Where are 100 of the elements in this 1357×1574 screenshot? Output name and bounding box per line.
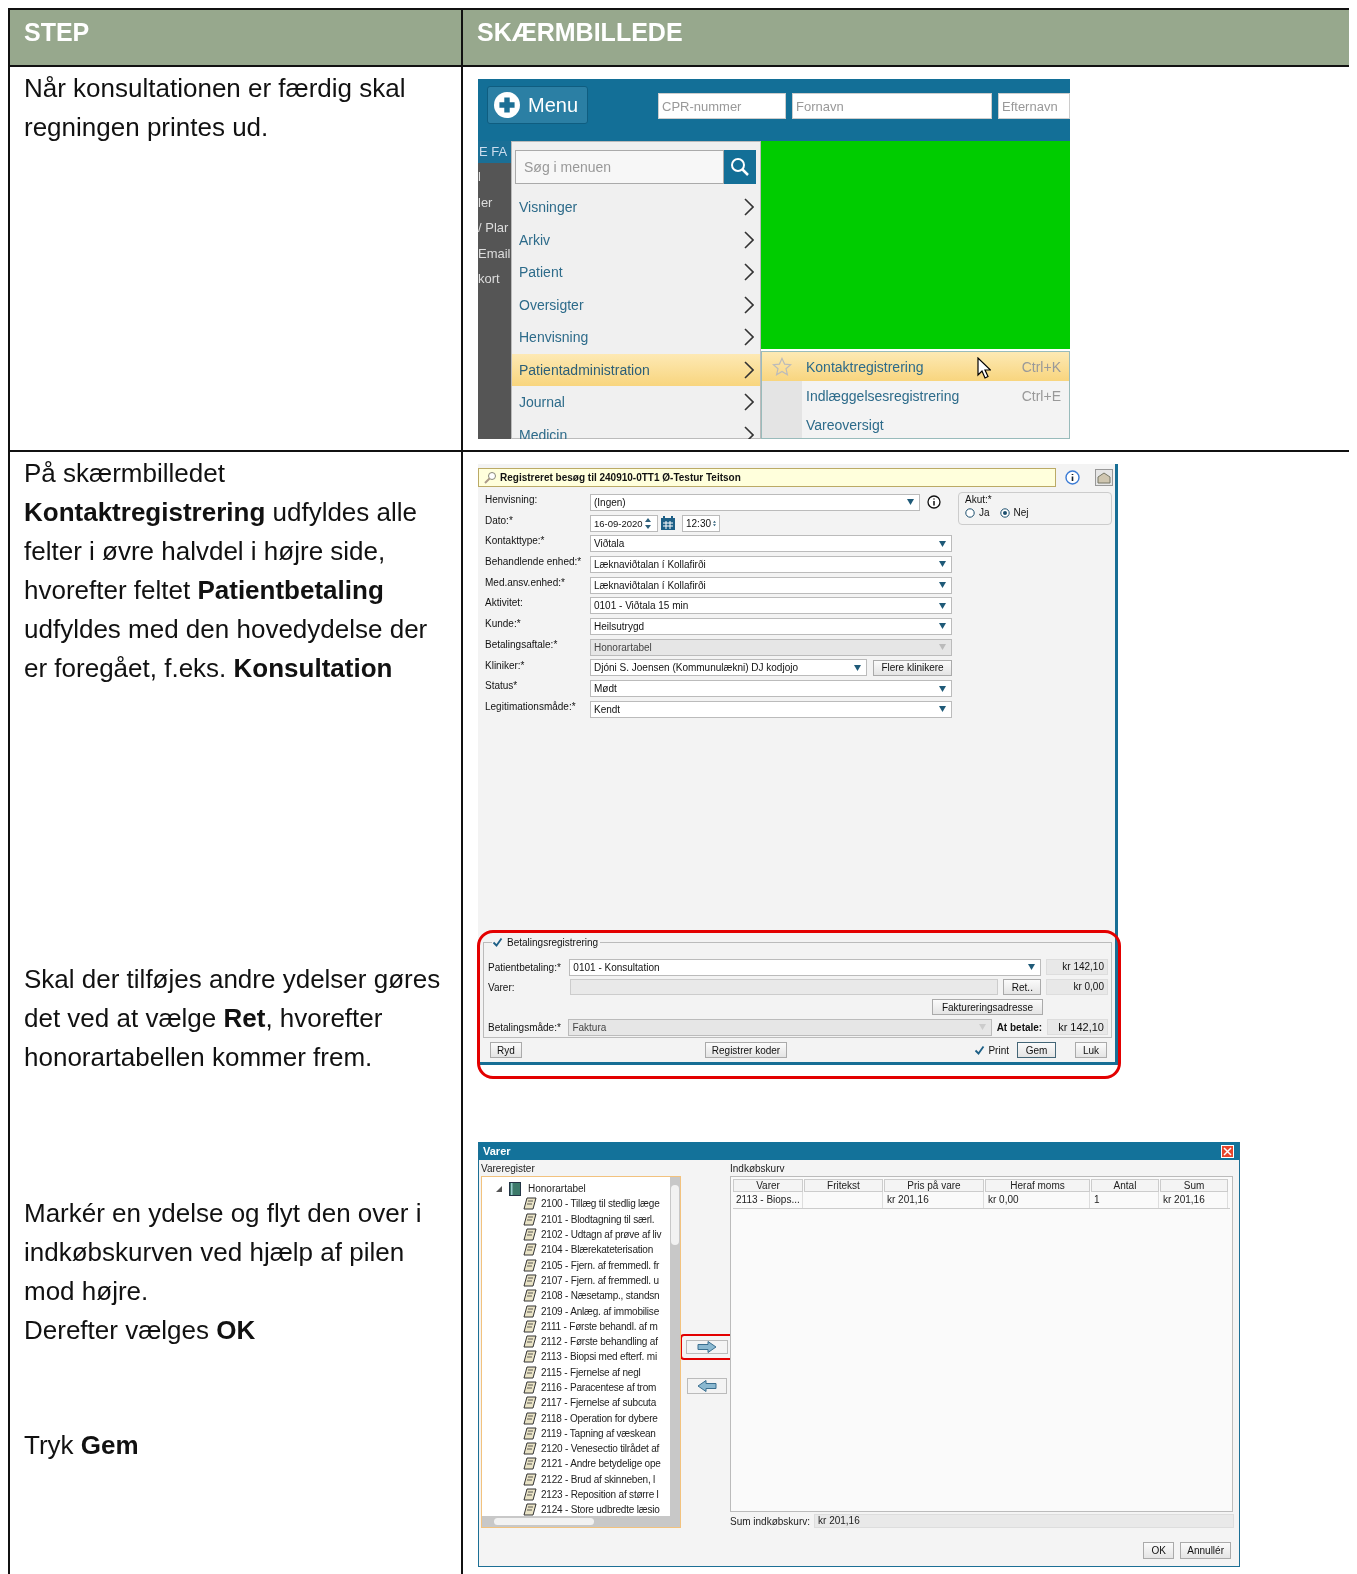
billing-address-button[interactable]: Faktureringsadresse — [932, 999, 1043, 1015]
menu-item[interactable]: Oversigter — [512, 288, 760, 321]
print-checkbox[interactable]: Print — [974, 1044, 1009, 1056]
tree-item[interactable]: 2117 - Fjernelse af subcuta — [523, 1395, 657, 1411]
field-label: Legitimationsmåde:* — [485, 699, 577, 712]
menu-search-field[interactable]: Søg i menuen — [515, 150, 724, 184]
dropdown[interactable]: Heilsutrygd — [590, 617, 952, 635]
instruction-text: Når konsultationen er færdig skal regningen printes ud. — [24, 72, 407, 144]
submenu-item[interactable]: Vareoversigt — [762, 410, 1069, 438]
dropdown[interactable]: Faktura — [568, 1018, 992, 1036]
group-label: Betalingsregistrering — [507, 937, 599, 948]
search-field[interactable]: Efternavn — [998, 93, 1070, 119]
tree-item[interactable]: 2122 - Brud af skinneben, l — [523, 1471, 656, 1487]
date-field[interactable]: 16-09-2020 — [590, 514, 658, 532]
dropdown[interactable]: (Ingen) — [590, 493, 920, 511]
time-field[interactable]: 12:30 — [682, 514, 720, 532]
menu-item[interactable]: Visninger — [512, 191, 760, 224]
tree-item[interactable]: 2104 - Blærekateterisation — [523, 1242, 654, 1258]
sidebar-item[interactable]: l — [478, 163, 511, 189]
register-codes-button[interactable]: Registrer koder — [704, 1042, 788, 1058]
radio-option[interactable]: Nej — [999, 507, 1029, 518]
tree-item[interactable]: 2119 - Tapning af væskean — [523, 1425, 656, 1442]
sidebar-item[interactable]: Email — [478, 239, 511, 265]
dialog-title: Varer — [483, 1145, 511, 1157]
tree-item[interactable]: 2120 - Venesectio tilrådet af — [523, 1441, 660, 1457]
dropdown[interactable]: Djóni S. Joensen (Kommunulækni) DJ kodjojo — [590, 659, 867, 677]
tree-item[interactable]: 2101 - Blodtagning til særl. — [523, 1211, 655, 1227]
menu-button[interactable]: Menu — [487, 86, 588, 124]
tree-item[interactable]: 2108 - Næsetamp., standsn — [523, 1288, 660, 1304]
field-label: Henvisning: — [485, 493, 539, 505]
sidebar-item[interactable]: ler — [478, 188, 511, 214]
dropdown[interactable]: Mødt — [590, 680, 952, 698]
total-label: At betale: — [996, 1021, 1043, 1033]
sidebar-tab[interactable]: E FA — [478, 141, 511, 163]
sidebar-item[interactable]: kort — [478, 265, 511, 291]
tree-node[interactable]: Honorartabel — [496, 1181, 586, 1197]
search-field[interactable]: CPR-nummer — [658, 93, 786, 119]
field-label: Dato:* — [485, 513, 514, 526]
column-header[interactable]: Antal — [1091, 1179, 1159, 1192]
tree-item[interactable]: 2111 - Første behandl. af m — [523, 1318, 658, 1334]
dropdown[interactable]: Viðtala — [590, 535, 952, 553]
menu-item[interactable]: Henvisning — [512, 321, 760, 354]
edit-button[interactable]: Ret.. — [1003, 979, 1042, 995]
tree-item[interactable]: 2109 - Anlæg. af immobilise — [523, 1303, 659, 1319]
save-button[interactable]: Gem — [1017, 1042, 1056, 1058]
tree-item[interactable]: 2116 - Paracentese af trom — [523, 1379, 657, 1396]
field-label: Med.ansv.enhed:* — [485, 575, 566, 588]
tree-item[interactable]: 2115 - Fjernelse af negl — [523, 1364, 641, 1380]
panel-label: Vareregister — [481, 1162, 535, 1176]
table-cell: kr 0,00 — [985, 1192, 1090, 1208]
tree-item[interactable]: 2124 - Store udbredte læsio — [523, 1502, 660, 1518]
field-label: Varer: — [488, 981, 516, 993]
field-label: Patientbetaling:* — [488, 961, 562, 973]
ok-button[interactable]: OK — [1143, 1542, 1175, 1559]
instruction-text: Derefter vælges OK — [24, 1314, 257, 1347]
field-label: Betalingsmåde:* — [488, 1021, 562, 1033]
column-header[interactable]: Varer — [733, 1179, 803, 1192]
submenu-item[interactable]: Indlæggelsesregistrering Ctrl+E — [762, 381, 1069, 410]
column-header[interactable]: Sum — [1160, 1179, 1228, 1192]
close-button[interactable]: Luk — [1075, 1042, 1107, 1058]
menu-item[interactable]: Patient — [512, 256, 760, 289]
submenu-item[interactable]: Kontaktregistrering Ctrl+K — [762, 352, 1069, 381]
dropdown[interactable]: Læknaviðtalan í Kollafirði — [590, 576, 952, 594]
field-label: Betalingsaftale:* — [485, 637, 559, 650]
search-field[interactable]: Fornavn — [792, 93, 992, 119]
menu-item[interactable]: Journal — [512, 386, 760, 419]
column-header: SKÆRMBILLEDE — [463, 10, 1349, 67]
amount-field: kr 0,00 — [1046, 979, 1108, 995]
dropdown[interactable]: 0101 - Viðtala 15 min — [590, 597, 952, 615]
more-clinicians-button[interactable]: Flere klinikere — [873, 659, 952, 676]
column-header[interactable]: Heraf moms — [985, 1179, 1090, 1192]
instruction-text: Skal der tilføjes andre ydelser gøres det ved at vælge Ret, hvorefter honorartabellen kommer frem. — [24, 963, 442, 1074]
tree-item[interactable]: 2118 - Operation for dybere — [523, 1410, 658, 1426]
dropdown[interactable]: Læknaviðtalan í Kollafirði — [590, 555, 952, 573]
tree-item[interactable]: 2100 - Tillæg til stedlig læge — [523, 1196, 660, 1212]
tree-item[interactable]: 2123 - Reposition af større l — [523, 1486, 659, 1503]
sidebar-item[interactable]: / Plar — [478, 214, 511, 240]
radio-option[interactable]: Ja — [965, 507, 990, 518]
column-header[interactable]: Pris på vare — [884, 1179, 984, 1192]
tree-item[interactable]: 2107 - Fjern. af fremmedl. u — [523, 1272, 659, 1289]
tree-item[interactable]: 2121 - Andre betydelige ope — [523, 1456, 661, 1472]
column-header[interactable]: Fritekst — [804, 1179, 883, 1192]
clear-button[interactable]: Ryd — [490, 1042, 522, 1058]
tree-item[interactable]: 2102 - Udtagn af prøve af liv — [523, 1226, 662, 1243]
field-label: Status* — [485, 679, 519, 692]
dropdown[interactable]: Kendt — [590, 700, 952, 718]
sum-label: Sum indkøbskurv: — [730, 1515, 811, 1527]
menu-item[interactable]: Medicin — [512, 418, 760, 439]
table-cell: 1 — [1091, 1192, 1159, 1208]
dropdown[interactable]: 0101 - Konsultation — [569, 958, 1042, 976]
menu-item[interactable]: Arkiv — [512, 223, 760, 256]
table-cell: kr 201,16 — [1160, 1192, 1228, 1208]
cancel-button[interactable]: Annullér — [1180, 1542, 1231, 1559]
table-cell: kr 201,16 — [884, 1192, 984, 1208]
tree-item[interactable]: 2112 - Første behandling af — [523, 1333, 658, 1350]
tree-item[interactable]: 2105 - Fjern. af fremmedl. fr — [523, 1257, 660, 1273]
tree-item[interactable]: 2113 - Biopsi med efterf. mi — [523, 1349, 657, 1365]
menu-item[interactable]: Patientadministration — [512, 353, 760, 386]
group-label: Akut:* — [965, 494, 992, 505]
total-field: kr 142,10 — [1047, 1019, 1108, 1035]
